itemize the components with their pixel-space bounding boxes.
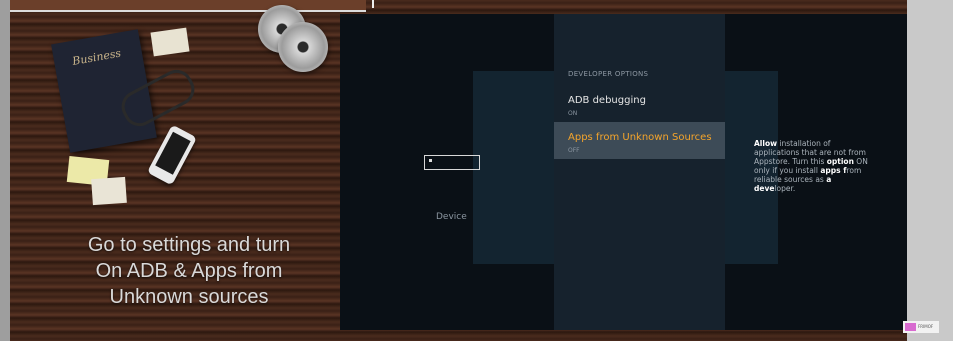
video-frame: Business Go to settings and turn On ADB … bbox=[10, 0, 907, 341]
nav-focus-box[interactable] bbox=[424, 155, 480, 170]
adb-debugging-option[interactable]: ADB debugging ON bbox=[554, 92, 725, 122]
sticky-note bbox=[150, 27, 190, 57]
desc-emph: option bbox=[826, 157, 854, 166]
unknown-sources-option[interactable]: Apps from Unknown Sources OFF bbox=[554, 122, 725, 159]
tv-settings-screen: Device DEVELOPER OPTIONS ADB debugging O… bbox=[340, 14, 907, 330]
cd-disc-image bbox=[278, 22, 328, 72]
book-title: Business bbox=[71, 46, 123, 68]
option-state: ON bbox=[568, 110, 578, 117]
top-strip bbox=[10, 0, 366, 12]
caption-line: Unknown sources bbox=[109, 286, 269, 308]
option-state: OFF bbox=[568, 147, 580, 154]
option-label: Apps from Unknown Sources bbox=[568, 132, 712, 143]
desc-emph: apps f bbox=[820, 166, 847, 175]
desc-emph: Allow bbox=[754, 139, 778, 148]
option-label: ADB debugging bbox=[568, 95, 646, 106]
watermark-logo: FRIMOF bbox=[903, 321, 939, 333]
instruction-caption: Go to settings and turn On ADB & Apps fr… bbox=[50, 232, 328, 310]
watermark-text: FRIMOF bbox=[918, 324, 934, 329]
caption-line: On ADB & Apps from bbox=[95, 260, 283, 282]
desc-text: loper. bbox=[774, 184, 796, 193]
options-column bbox=[554, 14, 725, 330]
focus-dot bbox=[429, 159, 432, 162]
sticky-note bbox=[91, 176, 127, 206]
option-description: Allow installation of applications that … bbox=[754, 139, 874, 193]
caption-line: Go to settings and turn bbox=[87, 234, 291, 256]
right-border bbox=[907, 0, 953, 341]
logo-icon bbox=[905, 323, 916, 331]
section-title: DEVELOPER OPTIONS bbox=[568, 70, 649, 78]
left-border bbox=[0, 0, 10, 341]
top-marker bbox=[372, 0, 374, 8]
nav-item-device[interactable]: Device bbox=[436, 212, 467, 222]
